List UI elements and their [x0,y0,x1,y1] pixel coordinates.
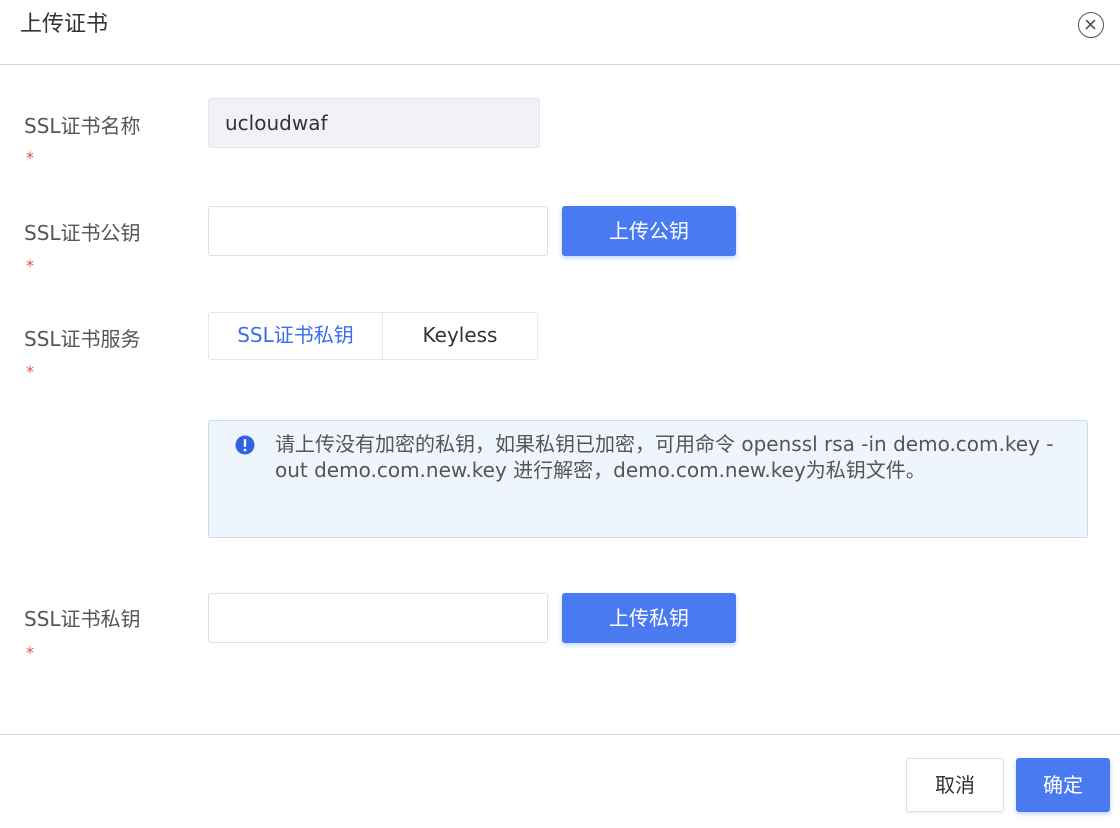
private-key-input[interactable] [208,593,548,643]
footer-divider [0,734,1120,735]
service-option-private-key[interactable]: SSL证书私钥 [209,313,383,359]
public-key-required-mark: * [26,256,34,275]
cert-name-input[interactable]: ucloudwaf [208,98,540,148]
public-key-input[interactable] [208,206,548,256]
service-option-keyless[interactable]: Keyless [383,313,537,359]
service-label: SSL证书服务 [24,327,141,351]
upload-public-key-button[interactable]: 上传公钥 [562,206,736,256]
dialog-header: 上传证书 [0,0,1120,65]
close-icon[interactable] [1078,12,1104,38]
notice-text: 请上传没有加密的私钥，如果私钥已加密，可用命令 openssl rsa -in … [275,432,1054,482]
public-key-label: SSL证书公钥 [24,221,141,245]
dialog-title: 上传证书 [20,12,109,37]
cert-name-label: SSL证书名称 [24,114,141,138]
upload-private-key-button[interactable]: 上传私钥 [562,593,736,643]
info-circle-icon [235,435,255,455]
service-required-mark: * [26,362,34,381]
private-key-required-mark: * [26,643,34,662]
cancel-button[interactable]: 取消 [906,758,1004,812]
confirm-button[interactable]: 确定 [1016,758,1110,812]
notice-box: 请上传没有加密的私钥，如果私钥已加密，可用命令 openssl rsa -in … [208,420,1088,538]
service-segmented-control: SSL证书私钥 Keyless [208,312,538,360]
cert-name-required-mark: * [26,148,34,167]
private-key-label: SSL证书私钥 [24,607,141,631]
upload-certificate-dialog: 上传证书 SSL证书名称 * ucloudwaf SSL证书公钥 * 上传公钥 … [0,0,1120,828]
